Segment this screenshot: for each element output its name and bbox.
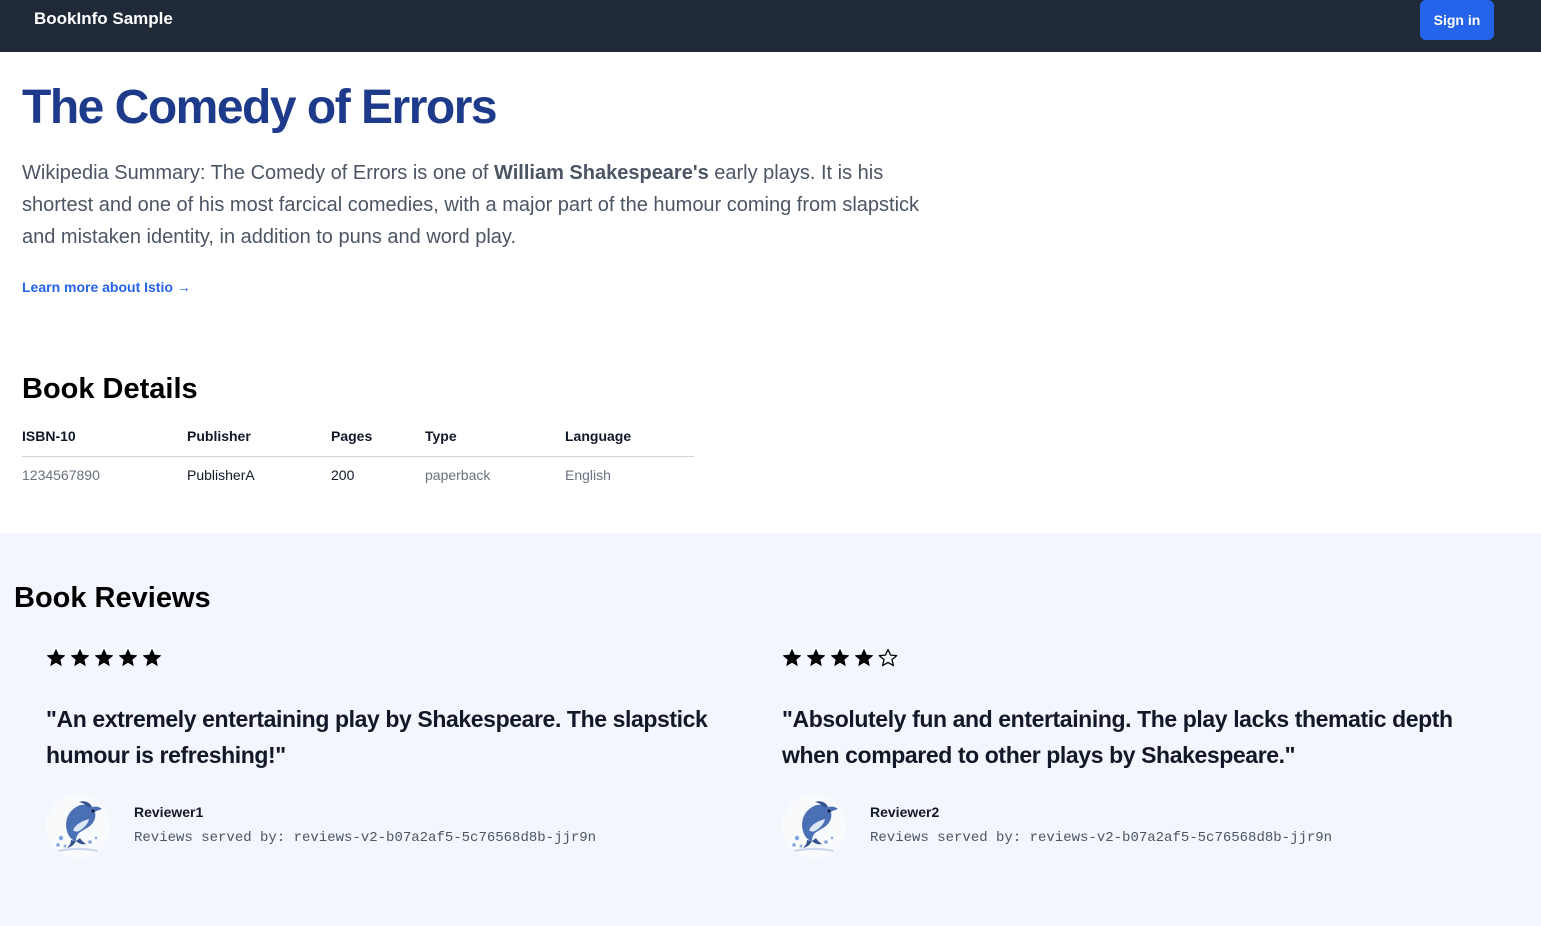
reviewer-name: Reviewer2 xyxy=(870,804,940,820)
star-filled-icon xyxy=(95,649,113,666)
cell-language: English xyxy=(565,467,611,484)
book-reviews-heading: Book Reviews xyxy=(14,582,211,614)
star-empty-icon xyxy=(878,648,898,667)
review-text: "Absolutely fun and entertaining. The pl… xyxy=(782,706,1453,768)
header-publisher: Publisher xyxy=(187,416,331,457)
star-filled-icon xyxy=(143,649,161,666)
cell-publisher: PublisherA xyxy=(187,467,255,484)
details-header-row: ISBN-10 Publisher Pages Type Language xyxy=(22,416,694,457)
header-pages: Pages xyxy=(331,416,425,457)
summary-author: William Shakespeare's xyxy=(494,162,709,184)
book-summary: Wikipedia Summary: The Comedy of Errors … xyxy=(22,157,922,253)
header-isbn: ISBN-10 xyxy=(22,416,187,457)
brand-title[interactable]: BookInfo Sample xyxy=(34,9,173,29)
cell-isbn: 1234567890 xyxy=(22,467,100,484)
table-row: 1234567890 PublisherA 200 paperback Engl… xyxy=(22,456,694,494)
reviewer-info: Reviewer1 Reviews served by: reviews-v2-… xyxy=(46,794,736,858)
star-filled-icon xyxy=(783,649,801,666)
summary-prefix: Wikipedia Summary: The Comedy of Errors … xyxy=(22,162,495,184)
review-card: "An extremely entertaining play by Shake… xyxy=(46,648,736,858)
star-filled-icon xyxy=(47,649,65,666)
top-navbar: BookInfo Sample Sign in xyxy=(0,0,1541,52)
star-filled-icon xyxy=(71,649,89,666)
book-details-table: ISBN-10 Publisher Pages Type Language 12… xyxy=(22,416,694,494)
dolphin-icon xyxy=(46,794,110,858)
dolphin-icon xyxy=(782,794,846,858)
cell-pages: 200 xyxy=(331,467,355,484)
reviews-section: Book Reviews "An extremely entertaining … xyxy=(0,533,1541,926)
star-rating xyxy=(782,648,1472,670)
review-text: "An extremely entertaining play by Shake… xyxy=(46,706,708,768)
star-filled-icon xyxy=(831,649,849,666)
book-details-heading: Book Details xyxy=(22,373,198,405)
header-type: Type xyxy=(425,416,565,457)
star-rating xyxy=(46,648,736,670)
cell-type: paperback xyxy=(425,467,491,484)
served-by-text: Reviews served by: reviews-v2-b07a2af5-5… xyxy=(870,830,1333,846)
page-title: The Comedy of Errors xyxy=(22,81,498,134)
learn-more-link[interactable]: Learn more about Istio → xyxy=(22,279,191,295)
star-filled-icon xyxy=(855,649,873,666)
sign-in-button[interactable]: Sign in xyxy=(1420,0,1494,40)
star-filled-icon xyxy=(119,649,137,666)
header-language: Language xyxy=(565,416,694,457)
reviewer-info: Reviewer2 Reviews served by: reviews-v2-… xyxy=(782,794,1472,858)
star-filled-icon xyxy=(807,649,825,666)
review-card: "Absolutely fun and entertaining. The pl… xyxy=(782,648,1472,858)
served-by-text: Reviews served by: reviews-v2-b07a2af5-5… xyxy=(134,830,597,846)
reviewer-name: Reviewer1 xyxy=(134,804,204,820)
